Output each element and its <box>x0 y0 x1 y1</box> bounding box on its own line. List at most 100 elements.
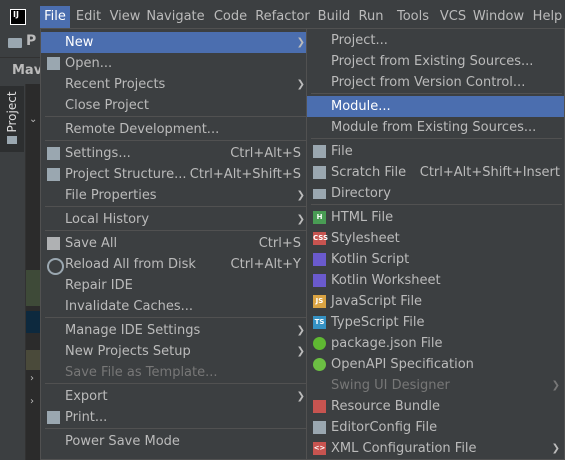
new-menu-item-stylesheet[interactable]: CSS Stylesheet <box>307 228 564 249</box>
chevron-right-icon: ❯ <box>296 346 305 357</box>
menu-help[interactable]: Help <box>530 6 565 28</box>
menu-item-label: Print... <box>65 410 108 425</box>
menu-separator <box>311 93 562 94</box>
menu-view[interactable]: View <box>107 6 143 28</box>
menu-item-label: File <box>331 144 353 159</box>
file-menu-item-export[interactable]: Export ❯ <box>41 386 309 407</box>
menu-build[interactable]: Build <box>315 6 353 28</box>
new-menu-item-kotlin-worksheet[interactable]: Kotlin Worksheet <box>307 270 564 291</box>
new-menu-item-kotlin-script[interactable]: Kotlin Script <box>307 249 564 270</box>
reload-icon <box>47 258 64 275</box>
file-menu-item-recent-projects[interactable]: Recent Projects ❯ <box>41 74 309 95</box>
menu-edit[interactable]: Edit <box>72 6 105 28</box>
menu-file[interactable]: File <box>40 6 70 28</box>
menu-run[interactable]: Run <box>356 6 386 28</box>
file-menu-item-new-projects-setup[interactable]: New Projects Setup ❯ <box>41 341 309 362</box>
menu-window[interactable]: Window <box>471 6 526 28</box>
chevron-right-icon[interactable]: › <box>30 396 34 407</box>
menu-item-label: Module from Existing Sources... <box>331 120 537 135</box>
chevron-right-icon: ❯ <box>296 79 305 90</box>
menu-item-label: Stylesheet <box>331 231 400 246</box>
menu-item-label: package.json File <box>331 336 443 351</box>
file-menu-item-invalidate-caches[interactable]: Invalidate Caches... <box>41 296 309 317</box>
new-menu-item-editorconfig-file[interactable]: EditorConfig File <box>307 417 564 438</box>
menu-item-label: Manage IDE Settings <box>65 323 201 338</box>
new-menu-item-resource-bundle[interactable]: Resource Bundle <box>307 396 564 417</box>
new-menu-item-scratch-file[interactable]: Scratch File Ctrl+Alt+Shift+Insert <box>307 162 564 183</box>
chevron-right-icon: ❯ <box>296 391 305 402</box>
chevron-right-icon[interactable]: › <box>30 373 34 384</box>
new-menu-item-module-from-existing-sources[interactable]: Module from Existing Sources... <box>307 117 564 138</box>
menu-separator <box>45 230 307 231</box>
menu-code[interactable]: Code <box>210 6 251 28</box>
new-menu-item-xml-configuration-file[interactable]: <> XML Configuration File ❯ <box>307 438 564 459</box>
menu-separator <box>45 116 307 117</box>
menu-item-label: Open... <box>65 56 113 71</box>
menu-item-label: TypeScript File <box>331 315 425 330</box>
file-menu-item-remote-development[interactable]: Remote Development... <box>41 119 309 140</box>
file-menu-item-repair-ide[interactable]: Repair IDE <box>41 275 309 296</box>
menu-item-label: JavaScript File <box>331 294 423 309</box>
file-menu-item-save-file-as-template: Save File as Template... <box>41 362 309 383</box>
nodejs-icon <box>313 337 326 350</box>
openapi-icon <box>313 358 326 371</box>
file-menu-item-print[interactable]: Print... <box>41 407 309 428</box>
new-menu-item-project-from-version-control[interactable]: Project from Version Control... <box>307 72 564 93</box>
file-menu-item-local-history[interactable]: Local History ❯ <box>41 209 309 230</box>
new-menu-item-html-file[interactable]: H HTML File <box>307 207 564 228</box>
menu-item-label: Resource Bundle <box>331 399 441 414</box>
new-menu-item-typescript-file[interactable]: TS TypeScript File <box>307 312 564 333</box>
html-icon: H <box>313 211 326 224</box>
menu-item-label: Settings... <box>65 146 131 161</box>
menu-tools[interactable]: Tools <box>391 6 435 28</box>
menu-separator <box>311 138 562 139</box>
css-icon: CSS <box>313 232 328 245</box>
menu-item-shortcut: Ctrl+Alt+Shift+S <box>189 167 301 182</box>
new-menu-item-module[interactable]: Module... <box>307 96 564 117</box>
new-menu-item-package-json-file[interactable]: package.json File <box>307 333 564 354</box>
new-menu-item-openapi-specification[interactable]: OpenAPI Specification <box>307 354 564 375</box>
chevron-down-icon[interactable]: ⌄ <box>29 114 37 125</box>
chevron-right-icon: ❯ <box>296 214 305 225</box>
menu-item-label: OpenAPI Specification <box>331 357 474 372</box>
chevron-right-icon: ❯ <box>551 380 560 391</box>
project-name-fragment[interactable]: P <box>26 33 36 49</box>
file-menu-item-power-save-mode[interactable]: Power Save Mode <box>41 431 309 452</box>
menu-vcs[interactable]: VCS <box>438 6 468 28</box>
file-menu-item-file-properties[interactable]: File Properties ❯ <box>41 185 309 206</box>
menu-separator <box>45 383 307 384</box>
new-menu-item-javascript-file[interactable]: JS JavaScript File <box>307 291 564 312</box>
menu-separator <box>45 140 307 141</box>
menu-item-label: Invalidate Caches... <box>65 299 194 314</box>
folder-icon <box>313 189 326 199</box>
menu-item-label: EditorConfig File <box>331 420 438 435</box>
menu-navigate[interactable]: Navigate <box>145 6 206 28</box>
intellij-logo[interactable]: IJ <box>10 9 26 25</box>
menu-refactor[interactable]: Refactor <box>254 6 311 28</box>
menu-item-label: Remote Development... <box>65 122 220 137</box>
menu-item-label: Project Structure... <box>65 167 187 182</box>
file-menu-item-reload-all-from-disk[interactable]: Reload All from Disk Ctrl+Alt+Y <box>41 254 309 275</box>
file-menu-item-new[interactable]: New ❯ <box>41 32 309 53</box>
file-menu-item-project-structure[interactable]: Project Structure... Ctrl+Alt+Shift+S <box>41 164 309 185</box>
wrench-icon <box>47 147 60 160</box>
file-menu-item-save-all[interactable]: Save All Ctrl+S <box>41 233 309 254</box>
menu-item-shortcut: Ctrl+Alt+Y <box>230 257 301 272</box>
project-structure-icon <box>47 168 60 181</box>
new-menu-item-directory[interactable]: Directory <box>307 183 564 204</box>
file-menu-item-settings[interactable]: Settings... Ctrl+Alt+S <box>41 143 309 164</box>
new-menu-item-project-from-existing-sources[interactable]: Project from Existing Sources... <box>307 51 564 72</box>
tool-window-tabs: Mave <box>0 58 51 84</box>
menu-item-label: Project... <box>331 33 388 48</box>
file-menu-item-manage-ide-settings[interactable]: Manage IDE Settings ❯ <box>41 320 309 341</box>
menu-item-label: New Projects Setup <box>65 344 191 359</box>
kotlin-icon <box>313 253 326 266</box>
menu-item-shortcut: Ctrl+Alt+Shift+Insert <box>419 165 560 180</box>
menu-item-label: Kotlin Script <box>331 252 410 267</box>
file-menu-item-open[interactable]: Open... <box>41 53 309 74</box>
menu-item-label: Recent Projects <box>65 77 166 92</box>
menu-item-label: Save File as Template... <box>65 365 218 380</box>
file-menu-item-close-project[interactable]: Close Project <box>41 95 309 116</box>
new-menu-item-project[interactable]: Project... <box>307 30 564 51</box>
new-menu-item-file[interactable]: File <box>307 141 564 162</box>
